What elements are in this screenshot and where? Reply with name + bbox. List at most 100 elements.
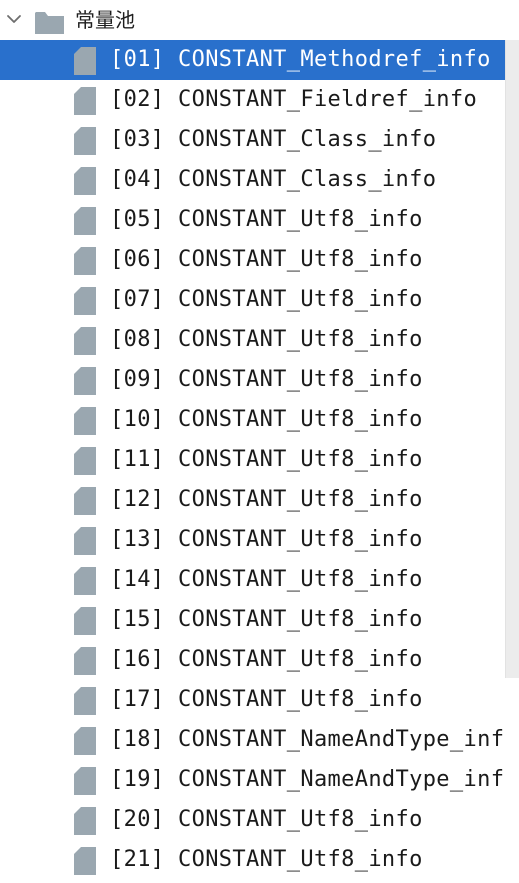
constant-item-3[interactable]: [03] CONSTANT_Class_info [0, 120, 505, 160]
constant-item-7[interactable]: [07] CONSTANT_Utf8_info [0, 280, 505, 320]
item-name: CONSTANT_Utf8_info [178, 807, 423, 832]
file-icon [74, 607, 96, 635]
item-text: [17] CONSTANT_Utf8_info [110, 687, 423, 713]
constant-item-6[interactable]: [06] CONSTANT_Utf8_info [0, 240, 505, 280]
folder-icon [35, 12, 64, 34]
constant-item-20[interactable]: [20] CONSTANT_Utf8_info [0, 800, 505, 840]
vertical-scrollbar[interactable] [505, 0, 519, 883]
item-text: [08] CONSTANT_Utf8_info [110, 327, 423, 353]
item-text: [01] CONSTANT_Methodref_info [110, 47, 491, 73]
item-name: CONSTANT_NameAndType_info [178, 727, 505, 752]
item-index: [11] [110, 447, 165, 472]
file-icon [74, 247, 96, 275]
item-text: [19] CONSTANT_NameAndType_info [110, 767, 505, 793]
item-name: CONSTANT_Utf8_info [178, 327, 423, 352]
constant-item-12[interactable]: [12] CONSTANT_Utf8_info [0, 480, 505, 520]
item-name: CONSTANT_Utf8_info [178, 247, 423, 272]
item-index: [03] [110, 127, 165, 152]
constant-item-4[interactable]: [04] CONSTANT_Class_info [0, 160, 505, 200]
constant-pool-tree: 常量池 [01] CONSTANT_Methodref_info [02] CONST… [0, 0, 505, 883]
constant-item-1[interactable]: [01] CONSTANT_Methodref_info [0, 40, 505, 80]
file-icon [74, 167, 96, 195]
constant-item-5[interactable]: [05] CONSTANT_Utf8_info [0, 200, 505, 240]
file-icon [74, 487, 96, 515]
file-icon [74, 687, 96, 715]
constant-item-14[interactable]: [14] CONSTANT_Utf8_info [0, 560, 505, 600]
constant-item-21[interactable]: [21] CONSTANT_Utf8_info [0, 840, 505, 880]
item-name: CONSTANT_Utf8_info [178, 567, 423, 592]
file-icon [74, 127, 96, 155]
item-text: [15] CONSTANT_Utf8_info [110, 607, 423, 633]
file-icon [74, 287, 96, 315]
item-text: [04] CONSTANT_Class_info [110, 167, 436, 193]
item-index: [16] [110, 647, 165, 672]
file-icon [74, 727, 96, 755]
constant-pool-group-row[interactable]: 常量池 [0, 0, 505, 40]
chevron-down-icon[interactable] [5, 10, 23, 28]
constant-item-15[interactable]: [15] CONSTANT_Utf8_info [0, 600, 505, 640]
file-icon [74, 447, 96, 475]
item-index: [08] [110, 327, 165, 352]
constant-item-16[interactable]: [16] CONSTANT_Utf8_info [0, 640, 505, 680]
item-text: [09] CONSTANT_Utf8_info [110, 367, 423, 393]
constant-item-18[interactable]: [18] CONSTANT_NameAndType_info [0, 720, 505, 760]
constant-item-13[interactable]: [13] CONSTANT_Utf8_info [0, 520, 505, 560]
item-name: CONSTANT_Utf8_info [178, 527, 423, 552]
item-text: [07] CONSTANT_Utf8_info [110, 287, 423, 313]
constant-item-10[interactable]: [10] CONSTANT_Utf8_info [0, 400, 505, 440]
file-icon [74, 87, 96, 115]
item-name: CONSTANT_Methodref_info [178, 47, 491, 72]
file-icon [74, 367, 96, 395]
constant-item-11[interactable]: [11] CONSTANT_Utf8_info [0, 440, 505, 480]
item-name: CONSTANT_Utf8_info [178, 847, 423, 872]
group-label: 常量池 [75, 8, 135, 32]
item-name: CONSTANT_Utf8_info [178, 287, 423, 312]
item-name: CONSTANT_Utf8_info [178, 607, 423, 632]
item-index: [05] [110, 207, 165, 232]
item-text: [05] CONSTANT_Utf8_info [110, 207, 423, 233]
item-index: [21] [110, 847, 165, 872]
item-index: [09] [110, 367, 165, 392]
constant-item-2[interactable]: [02] CONSTANT_Fieldref_info [0, 80, 505, 120]
item-name: CONSTANT_Utf8_info [178, 647, 423, 672]
item-name: CONSTANT_Utf8_info [178, 367, 423, 392]
file-icon [74, 567, 96, 595]
item-text: [18] CONSTANT_NameAndType_info [110, 727, 505, 753]
item-name: CONSTANT_Utf8_info [178, 687, 423, 712]
item-index: [12] [110, 487, 165, 512]
constant-item-19[interactable]: [19] CONSTANT_NameAndType_info [0, 760, 505, 800]
item-index: [18] [110, 727, 165, 752]
constant-item-8[interactable]: [08] CONSTANT_Utf8_info [0, 320, 505, 360]
item-name: CONSTANT_Utf8_info [178, 447, 423, 472]
item-text: [03] CONSTANT_Class_info [110, 127, 436, 153]
item-text: [16] CONSTANT_Utf8_info [110, 647, 423, 673]
constant-item-17[interactable]: [17] CONSTANT_Utf8_info [0, 680, 505, 720]
item-index: [13] [110, 527, 165, 552]
item-index: [06] [110, 247, 165, 272]
file-icon [74, 767, 96, 795]
file-icon [74, 47, 96, 75]
file-icon [74, 207, 96, 235]
item-name: CONSTANT_Class_info [178, 127, 437, 152]
item-name: CONSTANT_NameAndType_info [178, 767, 505, 792]
item-text: [20] CONSTANT_Utf8_info [110, 807, 423, 833]
file-icon [74, 327, 96, 355]
item-text: [10] CONSTANT_Utf8_info [110, 407, 423, 433]
file-icon [74, 807, 96, 835]
item-index: [07] [110, 287, 165, 312]
item-index: [04] [110, 167, 165, 192]
item-index: [17] [110, 687, 165, 712]
item-index: [10] [110, 407, 165, 432]
item-text: [13] CONSTANT_Utf8_info [110, 527, 423, 553]
item-index: [14] [110, 567, 165, 592]
item-text: [11] CONSTANT_Utf8_info [110, 447, 423, 473]
item-text: [02] CONSTANT_Fieldref_info [110, 87, 477, 113]
file-icon [74, 647, 96, 675]
item-index: [02] [110, 87, 165, 112]
item-name: CONSTANT_Fieldref_info [178, 87, 478, 112]
file-icon [74, 407, 96, 435]
item-name: CONSTANT_Utf8_info [178, 207, 423, 232]
constant-item-9[interactable]: [09] CONSTANT_Utf8_info [0, 360, 505, 400]
scrollbar-thumb[interactable] [505, 40, 519, 678]
item-index: [20] [110, 807, 165, 832]
